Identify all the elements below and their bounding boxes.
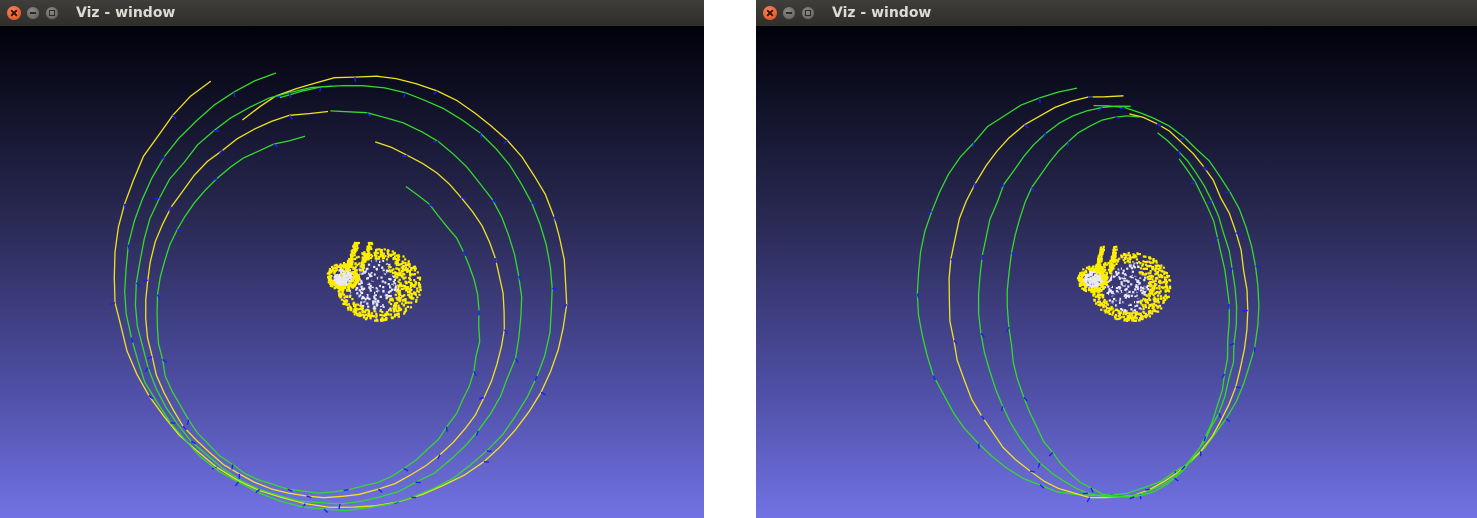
camera-pose-marker <box>144 367 149 373</box>
camera-pose-marker <box>343 489 349 492</box>
camera-pose-marker <box>110 301 116 306</box>
window-title: Viz - window <box>832 5 932 21</box>
scene-canvas <box>916 87 1261 503</box>
camera-pose-marker <box>234 481 239 487</box>
window-titlebar[interactable]: Viz - window <box>0 0 704 26</box>
camera-pose-marker <box>534 375 538 381</box>
camera-pose-marker <box>1218 412 1222 418</box>
camera-pose-marker <box>1048 451 1054 457</box>
camera-pose-marker <box>1229 267 1233 273</box>
camera-pose-marker <box>402 154 408 158</box>
camera-pose-marker <box>172 114 177 120</box>
close-icon[interactable] <box>7 6 21 20</box>
camera-pose-marker <box>1024 124 1029 129</box>
camera-pose-marker <box>980 415 985 421</box>
camera-pose-marker <box>1227 304 1230 310</box>
camera-pose-marker <box>486 450 492 453</box>
camera-pose-marker <box>1038 97 1041 104</box>
viz-window-left[interactable]: Viz - window <box>0 0 704 518</box>
camera-pose-marker <box>233 91 236 97</box>
camera-pose-marker <box>213 130 219 132</box>
camera-pose-marker <box>212 177 218 182</box>
trajectory-path <box>134 85 523 505</box>
close-icon[interactable] <box>763 6 777 20</box>
camera-pose-marker <box>433 140 439 143</box>
camera-pose-marker <box>514 358 519 364</box>
camera-pose-marker <box>1173 477 1179 482</box>
camera-pose-marker <box>1067 141 1070 147</box>
camera-pose-marker <box>176 228 183 233</box>
camera-pose-marker <box>182 425 188 431</box>
point-cloud-bunny <box>326 241 422 322</box>
camera-pose-marker <box>473 371 477 377</box>
trajectory-path <box>145 110 505 499</box>
camera-pose-marker <box>130 337 134 343</box>
camera-pose-marker <box>1225 418 1231 423</box>
camera-pose-marker <box>494 258 497 264</box>
camera-pose-marker <box>1031 187 1035 193</box>
camera-pose-marker <box>402 92 407 98</box>
camera-pose-marker <box>377 488 383 493</box>
camera-pose-marker <box>1000 406 1004 412</box>
camera-pose-marker <box>127 244 130 250</box>
camera-pose-marker <box>288 114 293 120</box>
camera-pose-marker <box>288 92 292 98</box>
trajectory-path <box>156 135 481 494</box>
camera-pose-marker <box>273 143 279 148</box>
camera-pose-marker <box>338 503 341 510</box>
window-title: Viz - window <box>76 5 176 21</box>
camera-pose-marker <box>437 454 441 460</box>
minimize-icon[interactable] <box>782 6 796 20</box>
camera-pose-marker <box>1156 123 1162 127</box>
camera-pose-marker <box>1086 497 1091 503</box>
camera-pose-marker <box>1011 252 1017 256</box>
camera-pose-marker <box>168 206 173 212</box>
camera-pose-marker <box>503 139 508 145</box>
camera-pose-marker <box>462 251 467 257</box>
maximize-icon[interactable] <box>45 6 59 20</box>
camera-pose-marker <box>433 90 438 95</box>
camera-pose-marker <box>552 287 558 290</box>
camera-pose-marker <box>973 183 977 189</box>
camera-pose-marker <box>971 141 975 148</box>
camera-pose-marker <box>540 391 546 396</box>
camera-pose-marker <box>403 467 409 472</box>
camera-pose-marker <box>1190 180 1196 185</box>
window-titlebar[interactable]: Viz - window <box>756 0 1477 26</box>
camera-pose-marker <box>186 419 190 425</box>
camera-pose-marker <box>1119 106 1125 110</box>
viz-window-right[interactable]: Viz - window <box>756 0 1477 518</box>
3d-viewport[interactable] <box>756 26 1477 518</box>
scene-canvas <box>110 72 568 514</box>
camera-pose-marker <box>1179 136 1185 141</box>
camera-pose-marker <box>1235 386 1241 389</box>
camera-pose-marker <box>147 356 153 360</box>
camera-pose-marker <box>1082 492 1088 495</box>
trajectory-group <box>916 87 1261 503</box>
maximize-icon[interactable] <box>801 6 815 20</box>
camera-pose-marker <box>1206 200 1213 204</box>
camera-pose-marker <box>231 464 234 470</box>
camera-pose-marker <box>353 76 357 83</box>
camera-pose-marker <box>1037 462 1041 468</box>
camera-pose-marker <box>1214 237 1219 243</box>
camera-pose-marker <box>1224 190 1230 194</box>
camera-pose-marker <box>503 329 508 335</box>
point-cloud-bunny <box>1076 245 1172 322</box>
minimize-icon[interactable] <box>26 6 40 20</box>
3d-viewport[interactable] <box>0 26 704 518</box>
camera-pose-marker <box>1114 116 1120 119</box>
